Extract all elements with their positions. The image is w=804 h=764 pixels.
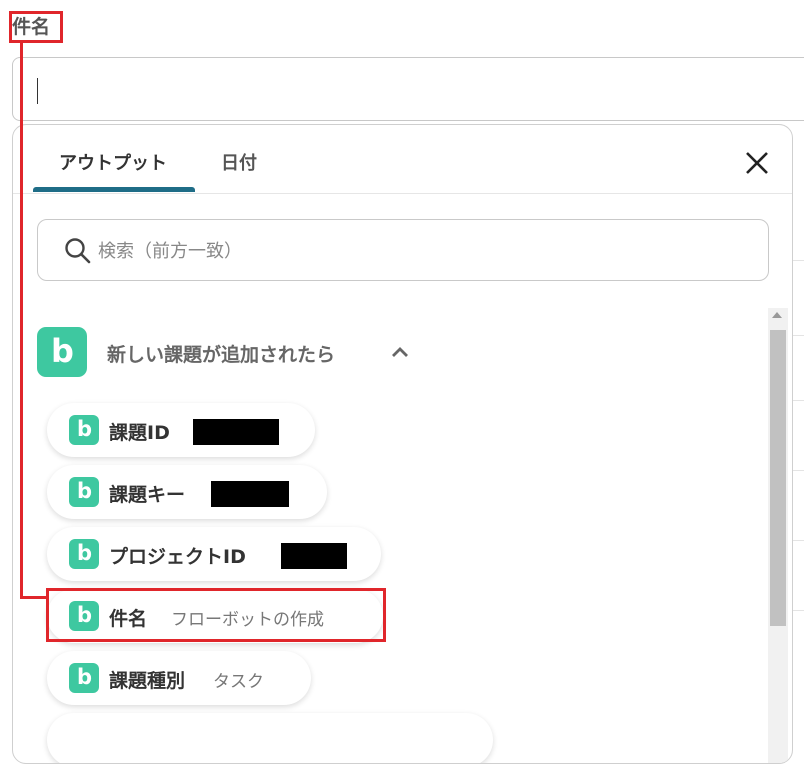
backlog-app-icon: b — [37, 327, 87, 377]
tab-date[interactable]: 日付 — [221, 149, 257, 175]
item-label: プロジェクトID — [109, 546, 246, 568]
output-item-issue-type[interactable]: b 課題種別 タスク — [47, 651, 311, 705]
backlog-icon: b — [69, 477, 99, 507]
search-input[interactable] — [96, 232, 740, 270]
group-header-new-issue[interactable]: b 新しい課題が追加されたら — [37, 327, 457, 377]
chevron-up-icon[interactable] — [389, 341, 411, 363]
item-label: 課題種別 — [109, 670, 186, 692]
tab-bar: アウトプット 日付 — [13, 125, 792, 194]
search-icon — [64, 237, 92, 265]
output-item-project-id[interactable]: b プロジェクトID — [47, 527, 381, 581]
scroll-thumb[interactable] — [770, 330, 786, 626]
item-label: 課題ID — [109, 422, 170, 444]
text-caret — [37, 78, 38, 104]
redacted-value — [211, 481, 289, 507]
annotation-label-highlight — [9, 11, 63, 43]
item-label: 課題キー — [109, 484, 186, 506]
item-value: タスク — [213, 672, 264, 692]
tab-output[interactable]: アウトプット — [59, 149, 167, 175]
annotation-connector — [20, 42, 23, 598]
annotation-connector-horizontal — [20, 596, 48, 599]
close-icon[interactable] — [741, 147, 773, 179]
annotation-item-highlight — [46, 588, 386, 642]
backlog-icon: b — [69, 415, 99, 445]
backlog-icon: b — [69, 539, 99, 569]
active-tab-indicator — [33, 187, 195, 192]
output-item-partial[interactable] — [47, 713, 493, 763]
redacted-value — [193, 419, 279, 445]
scroll-up-arrow[interactable] — [772, 312, 782, 318]
output-item-issue-id[interactable]: b 課題ID — [47, 403, 315, 457]
variable-picker-popup: アウトプット 日付 b 新しい課題が追加されたら — [12, 124, 793, 764]
backlog-icon: b — [69, 663, 99, 693]
group-title: 新しい課題が追加されたら — [107, 344, 336, 366]
output-item-issue-key[interactable]: b 課題キー — [47, 465, 327, 519]
redacted-value — [281, 543, 347, 569]
scrollbar[interactable] — [768, 308, 788, 763]
subject-input[interactable] — [12, 57, 804, 121]
search-box[interactable] — [37, 219, 769, 281]
